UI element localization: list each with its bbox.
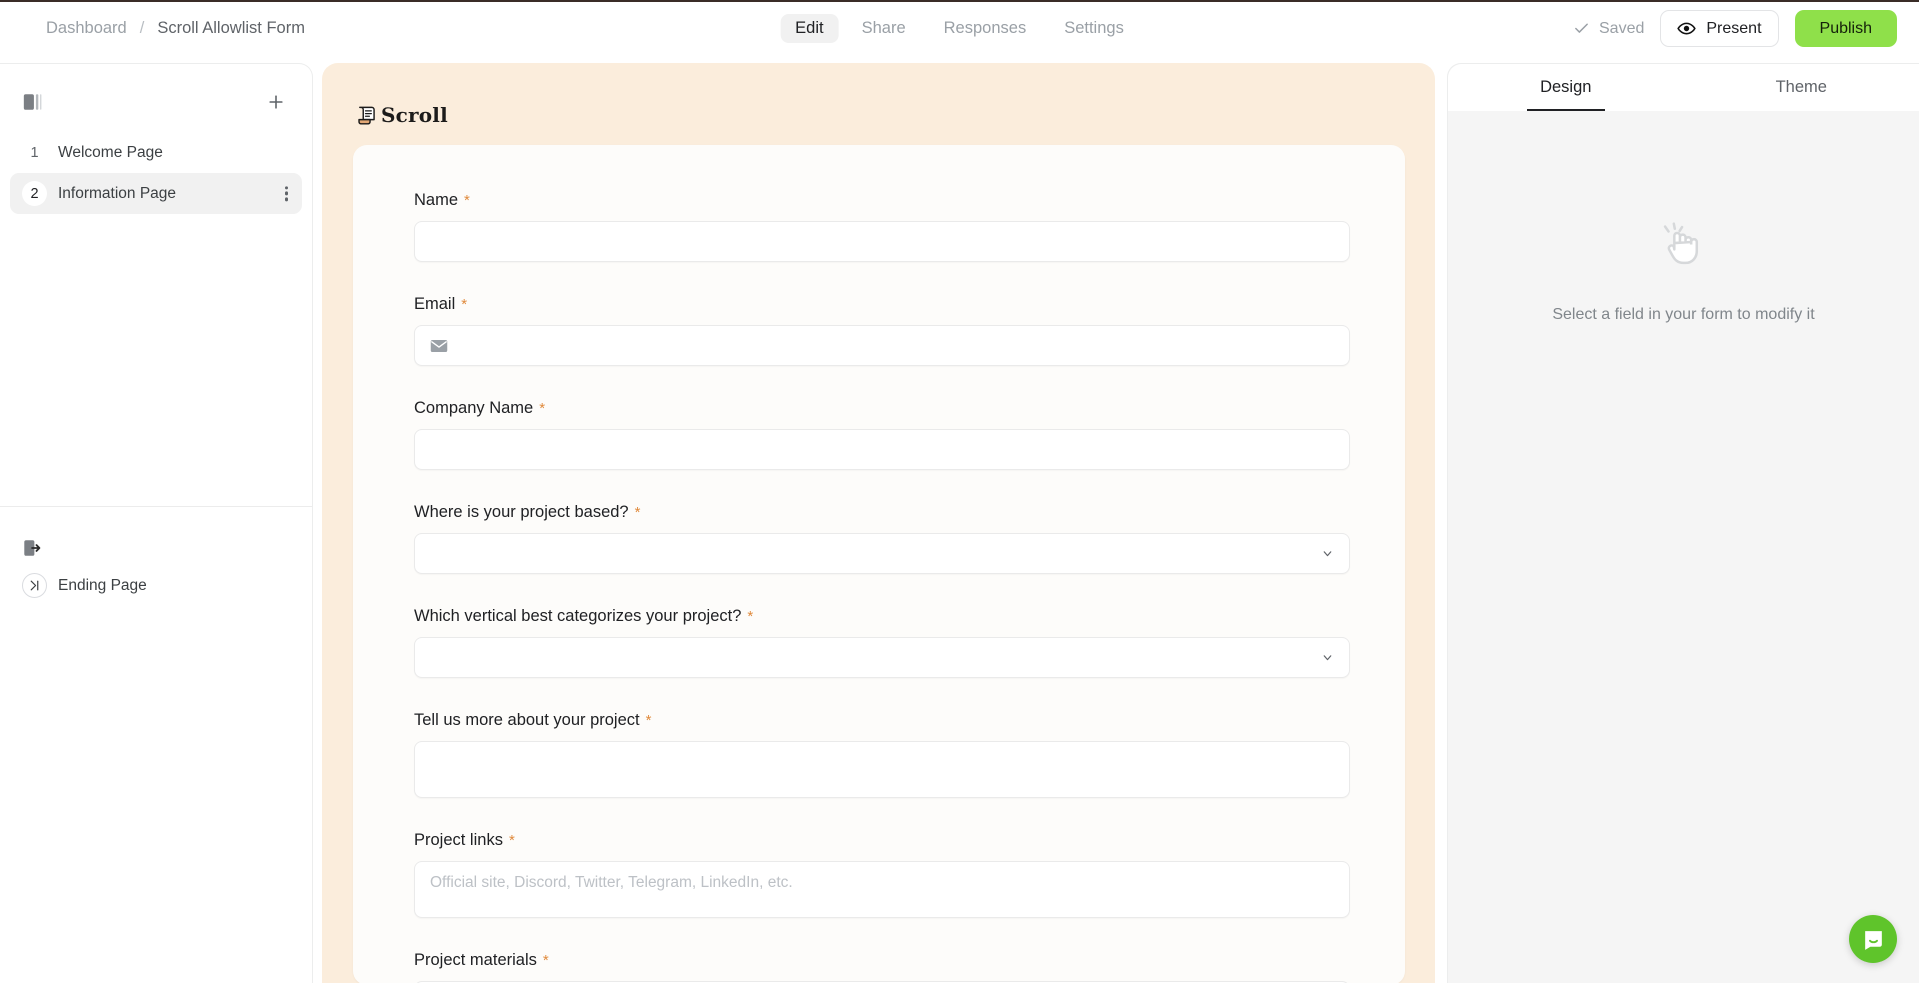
properties-panel: Design Theme Select a field in your form… [1447,63,1919,983]
field-label: Where is your project based? * [414,503,1344,522]
form-field-project-description[interactable]: Tell us more about your project * [414,711,1350,798]
tab-edit[interactable]: Edit [780,14,839,43]
top-bar-actions: Saved Present Publish [1573,0,1897,57]
present-label: Present [1706,19,1762,37]
field-label-text: Project materials [414,951,537,969]
sidebar-divider [0,506,312,507]
required-asterisk: * [461,296,468,313]
breadcrumb-dashboard-link[interactable]: Dashboard [46,19,127,38]
field-label-text: Email [414,295,456,313]
field-label-text: Company Name [414,399,534,417]
form-fields-card: Name * Email * Company Name * Where is y… [353,145,1405,983]
brand-name: Scroll [381,103,448,127]
saved-status: Saved [1573,20,1644,38]
name-input[interactable] [414,221,1350,262]
form-field-project-location[interactable]: Where is your project based? * [414,503,1350,574]
panel-tabs: Design Theme [1448,64,1919,111]
project-vertical-select[interactable] [414,637,1350,678]
page-label: Information Page [58,184,177,202]
eye-icon [1677,19,1697,38]
form-field-project-vertical[interactable]: Which vertical best categorizes your pro… [414,607,1350,678]
top-bar: Dashboard / Scroll Allowlist Form Edit S… [0,0,1919,57]
required-asterisk: * [634,504,641,521]
form-brand: Scroll [355,103,448,127]
required-asterisk: * [464,192,470,209]
required-asterisk: * [539,400,546,417]
company-name-input[interactable] [414,429,1350,470]
project-location-select[interactable] [414,533,1350,574]
field-label: Which vertical best categorizes your pro… [414,607,1344,626]
required-asterisk: * [645,712,652,729]
required-asterisk: * [747,608,754,625]
publish-button[interactable]: Publish [1794,10,1897,47]
field-label: Project links * [414,831,1344,850]
field-label: Project materials * [414,951,1344,970]
present-button[interactable]: Present [1660,10,1779,47]
tab-share[interactable]: Share [847,14,921,43]
page-options-kebab-icon[interactable] [284,184,288,203]
breadcrumb: Dashboard / Scroll Allowlist Form [46,0,305,57]
exit-door-icon [22,537,44,559]
field-label: Name * [414,191,1344,210]
breadcrumb-current-form[interactable]: Scroll Allowlist Form [157,19,305,38]
required-asterisk: * [542,952,549,969]
click-hand-icon [1653,214,1715,276]
project-links-textarea[interactable]: Official site, Discord, Twitter, Telegra… [414,861,1350,918]
chevron-down-icon [1321,547,1334,560]
field-label-text: Where is your project based? [414,503,629,521]
pages-sidebar: 1 Welcome Page 2 Information Page Ending… [0,63,313,983]
tab-design[interactable]: Design [1448,64,1684,111]
sidebar-item-ending-page[interactable]: Ending Page [10,565,302,606]
breadcrumb-separator: / [139,19,145,37]
chat-launcher-button[interactable] [1849,915,1897,963]
ending-page-label: Ending Page [58,576,147,594]
form-field-email[interactable]: Email * [414,295,1350,366]
field-label-text: Tell us more about your project [414,711,640,729]
field-label: Tell us more about your project * [414,711,1344,730]
placeholder-text: Official site, Discord, Twitter, Telegra… [430,874,793,891]
field-label-text: Project links [414,831,503,849]
scroll-icon [355,104,378,127]
page-list: 1 Welcome Page 2 Information Page [0,132,312,214]
panel-empty-message: Select a field in your form to modify it [1552,306,1815,323]
field-label: Company Name * [414,399,1344,418]
pages-icon [22,91,44,113]
sidebar-header [0,72,312,132]
chat-bubble-icon [1861,927,1886,952]
field-label: Email * [414,295,1344,314]
page-number: 2 [22,181,47,206]
top-tabs: Edit Share Responses Settings [780,0,1139,57]
email-input[interactable] [414,325,1350,366]
tab-settings[interactable]: Settings [1049,14,1139,43]
envelope-icon [430,339,448,353]
form-field-name[interactable]: Name * [414,191,1350,262]
form-canvas: Scroll Name * Email * Company Name * Whe… [322,63,1435,983]
skip-to-end-icon [22,573,47,598]
project-description-textarea[interactable] [414,741,1350,798]
add-page-button[interactable] [262,88,290,116]
field-label-text: Name [414,191,459,209]
chevron-down-icon [1321,651,1334,664]
check-icon [1573,20,1590,37]
required-asterisk: * [508,832,515,849]
form-field-project-links[interactable]: Project links * Official site, Discord, … [414,831,1350,918]
field-label-text: Which vertical best categorizes your pro… [414,607,742,625]
tab-theme[interactable]: Theme [1684,64,1919,111]
form-field-company-name[interactable]: Company Name * [414,399,1350,470]
page-number: 1 [30,144,39,161]
form-field-project-materials[interactable]: Project materials * [414,951,1350,983]
page-label: Welcome Page [58,143,163,161]
sidebar-item-welcome-page[interactable]: 1 Welcome Page [10,132,302,173]
tab-responses[interactable]: Responses [929,14,1042,43]
saved-label: Saved [1599,19,1645,37]
ending-section-header [22,537,44,559]
sidebar-item-information-page[interactable]: 2 Information Page [10,173,302,214]
panel-empty-state: Select a field in your form to modify it [1448,214,1919,324]
